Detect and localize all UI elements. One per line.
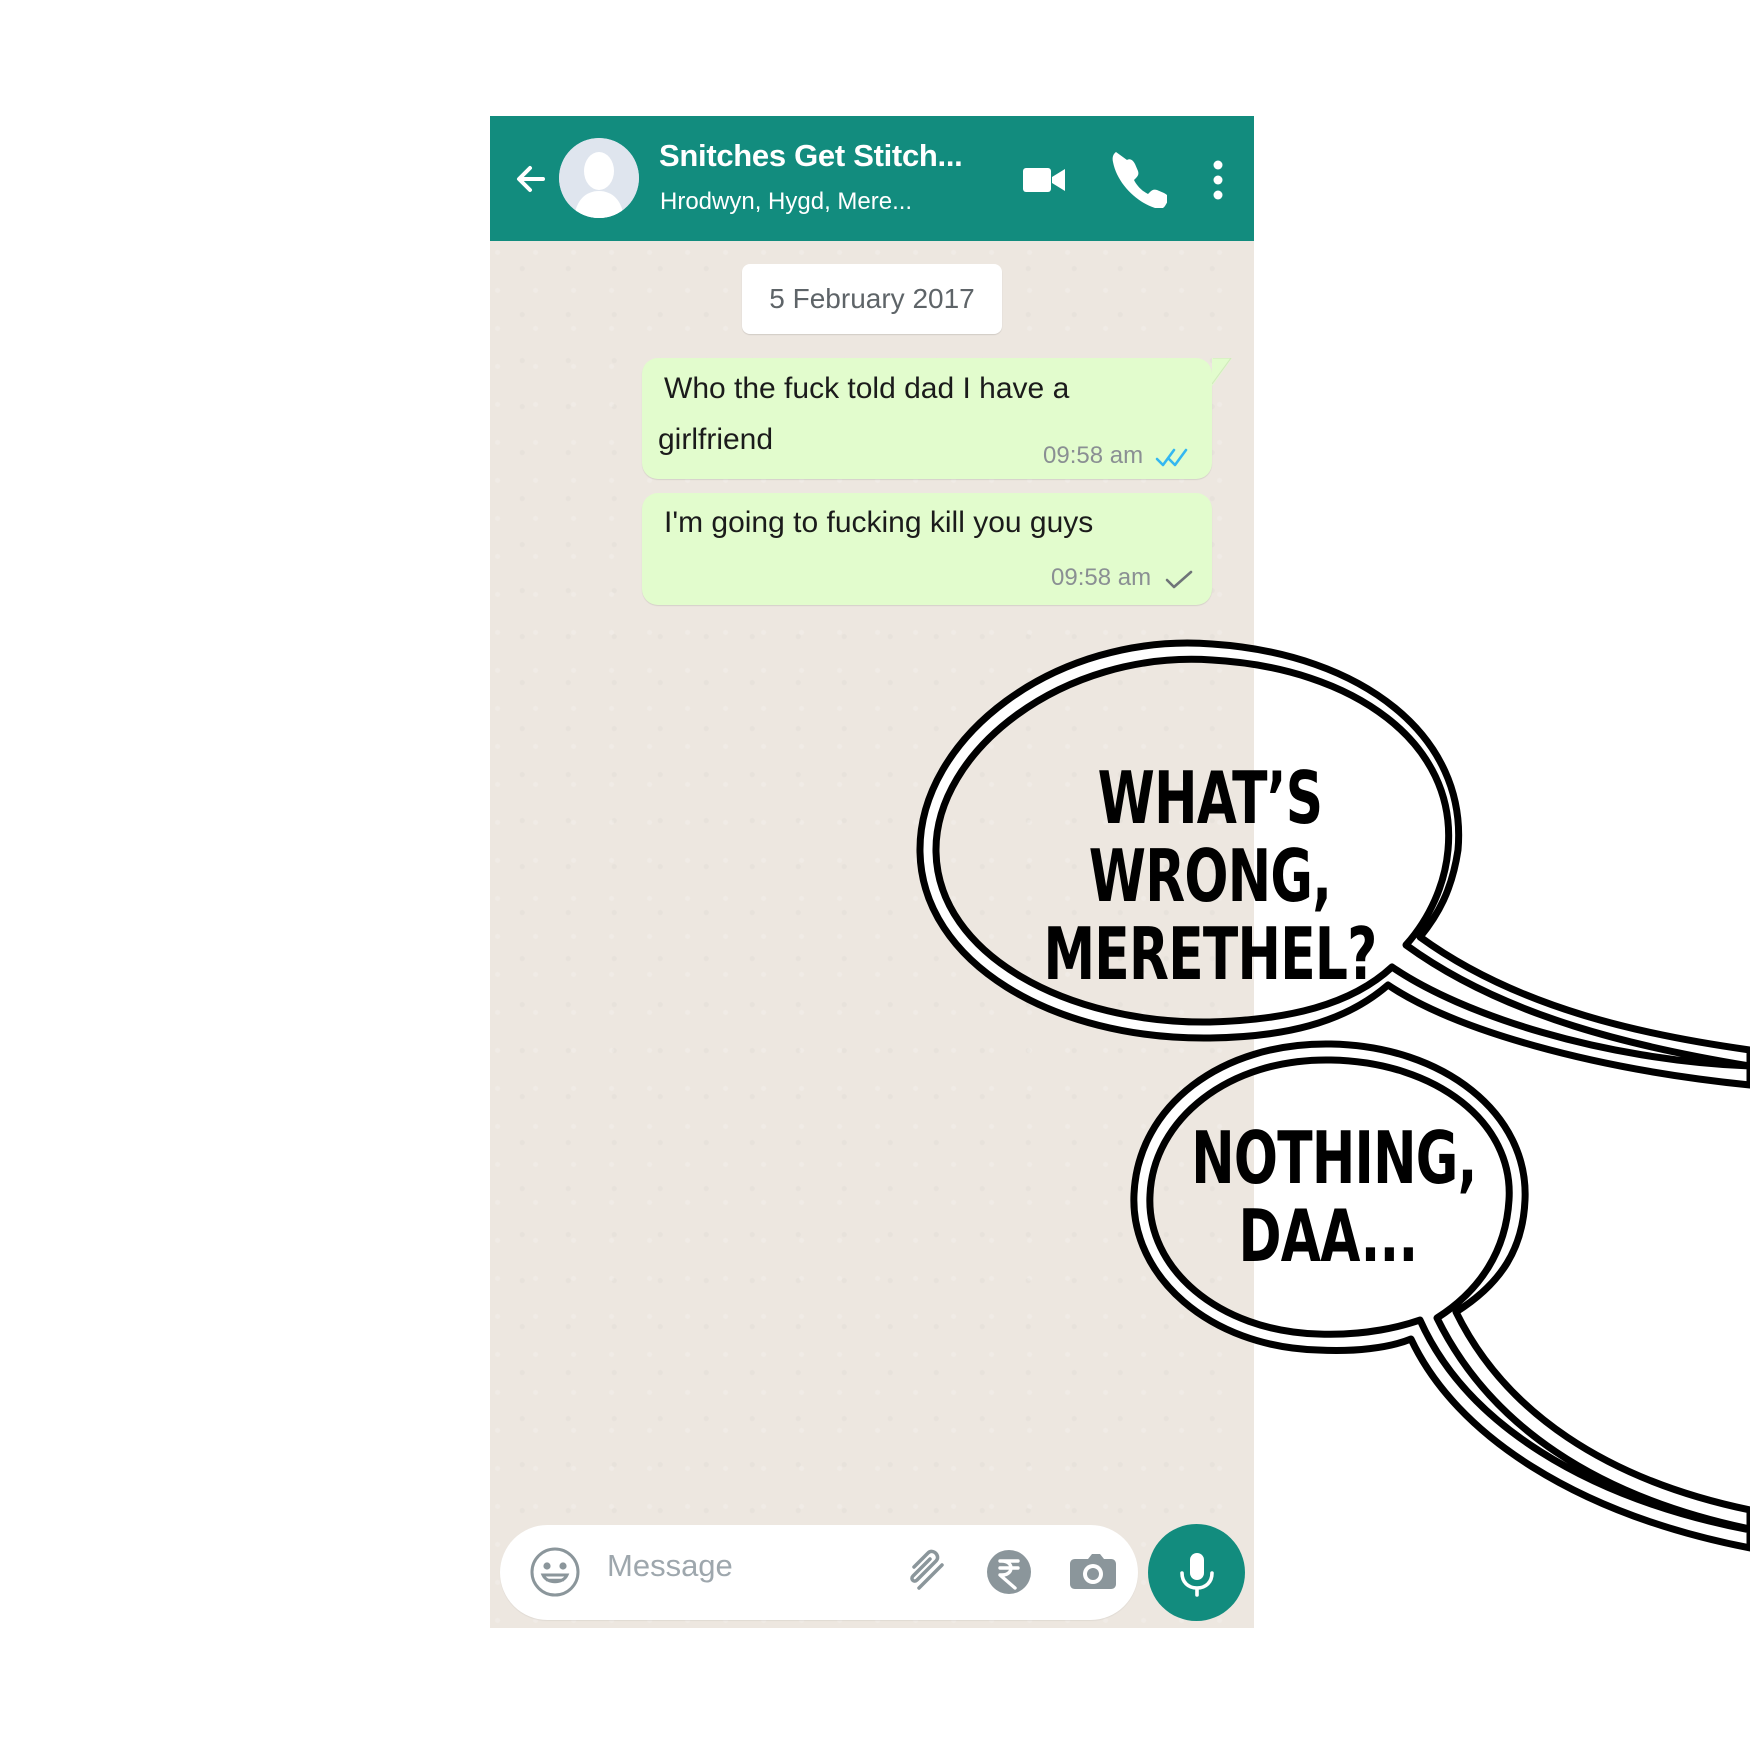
comic-speech-text: WHAT’S WRONG, MERETHEL? <box>1043 756 1377 996</box>
comic-speech-text: NOTHING, DAA... <box>1191 1116 1477 1278</box>
comic-speech-overlay <box>916 639 1750 1552</box>
